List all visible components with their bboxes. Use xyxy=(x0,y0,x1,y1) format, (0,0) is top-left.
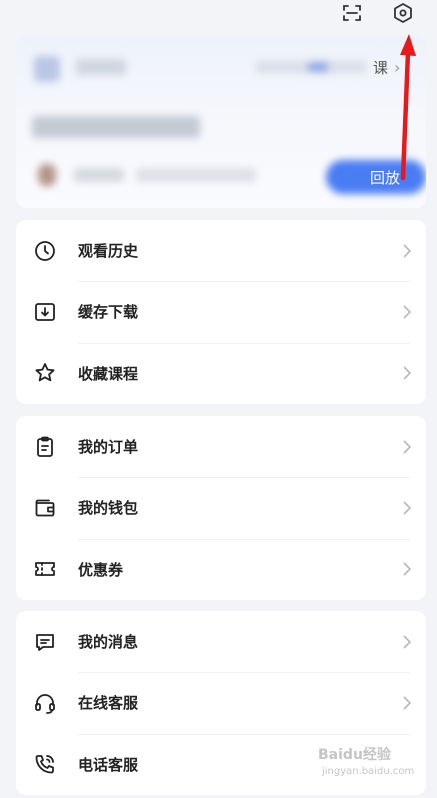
star-icon xyxy=(35,363,55,382)
chevron-right-icon: › xyxy=(394,58,401,77)
scan-icon[interactable] xyxy=(341,2,363,24)
menu-item-label: 我的订单 xyxy=(78,438,139,457)
menu-group-account: 我的订单 我的钱包 优惠券 xyxy=(16,416,426,600)
teacher-avatar xyxy=(38,164,56,186)
course-meta xyxy=(136,168,256,182)
baidu-jingyan-watermark: Baidu经验 jingyan.baidu.com xyxy=(312,744,422,784)
watermark-brand: Baidu经验 xyxy=(318,747,391,763)
message-icon xyxy=(36,633,54,651)
chevron-right-icon xyxy=(403,305,412,319)
phone-icon xyxy=(35,755,54,774)
headset-icon xyxy=(35,694,55,714)
menu-item-label: 我的钱包 xyxy=(78,499,139,518)
chevron-right-icon xyxy=(403,244,412,258)
menu-item-online-support[interactable]: 在线客服 xyxy=(16,672,426,733)
course-category xyxy=(76,59,126,75)
clock-icon xyxy=(35,240,55,261)
menu-item-cache-download[interactable]: 缓存下载 xyxy=(16,281,426,342)
recent-course-card[interactable]: 课 › 回放 xyxy=(16,36,426,208)
menu-item-favorite-courses[interactable]: 收藏课程 xyxy=(16,342,426,404)
more-courses-text[interactable]: 课 xyxy=(373,57,388,78)
chevron-right-icon xyxy=(403,696,412,710)
replay-button[interactable]: 回放 xyxy=(370,167,400,188)
menu-item-label: 优惠券 xyxy=(78,560,124,579)
course-thumbnail xyxy=(34,56,60,82)
menu-item-watch-history[interactable]: 观看历史 xyxy=(16,220,426,281)
download-icon xyxy=(35,303,55,321)
menu-item-my-orders[interactable]: 我的订单 xyxy=(16,416,426,477)
menu-item-label: 我的消息 xyxy=(78,633,139,652)
chevron-right-icon xyxy=(403,366,412,380)
ticket-icon xyxy=(35,562,55,577)
chevron-right-icon xyxy=(403,501,412,515)
more-highlight xyxy=(308,62,328,72)
menu-item-my-messages[interactable]: 我的消息 xyxy=(16,611,426,672)
wallet-icon xyxy=(35,499,55,517)
settings-hexagon-icon[interactable] xyxy=(392,2,414,24)
menu-item-coupons[interactable]: 优惠券 xyxy=(16,538,426,600)
teacher-name xyxy=(74,168,124,182)
course-title xyxy=(32,116,200,138)
menu-item-my-wallet[interactable]: 我的钱包 xyxy=(16,477,426,538)
top-bar xyxy=(0,0,437,28)
menu-item-label: 观看历史 xyxy=(78,242,139,261)
menu-item-label: 缓存下载 xyxy=(78,303,139,322)
clipboard-icon xyxy=(37,436,53,457)
menu-group-learning: 观看历史 缓存下载 收藏课程 xyxy=(16,220,426,404)
chevron-right-icon xyxy=(403,635,412,649)
menu-item-label: 电话客服 xyxy=(78,755,139,774)
chevron-right-icon xyxy=(403,562,412,576)
chevron-right-icon xyxy=(403,440,412,454)
menu-item-label: 收藏课程 xyxy=(78,364,139,383)
menu-item-label: 在线客服 xyxy=(78,694,139,713)
watermark-url: jingyan.baidu.com xyxy=(322,766,415,777)
